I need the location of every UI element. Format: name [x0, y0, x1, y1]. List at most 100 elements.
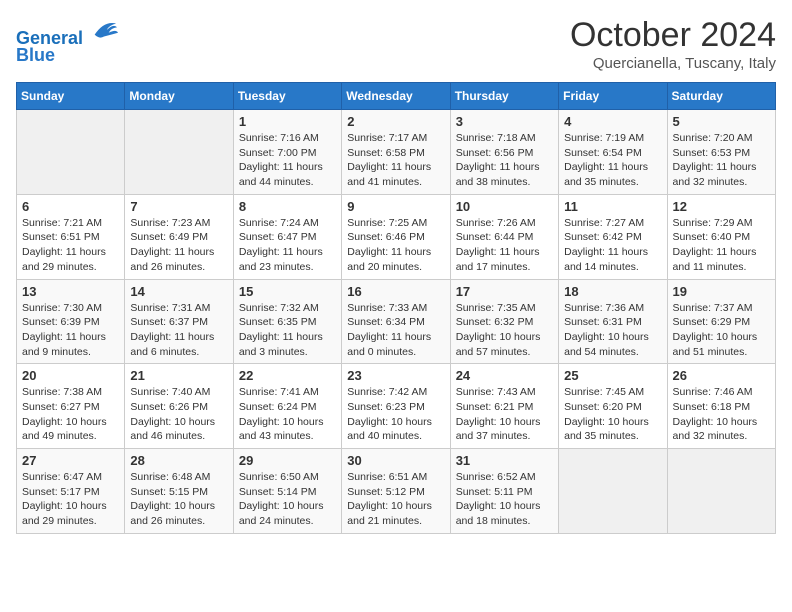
day-info: Sunrise: 7:36 AM Sunset: 6:31 PM Dayligh… [564, 301, 661, 360]
day-cell: 19 Sunrise: 7:37 AM Sunset: 6:29 PM Dayli… [667, 279, 775, 364]
day-cell [667, 449, 775, 534]
day-info: Sunrise: 7:29 AM Sunset: 6:40 PM Dayligh… [673, 216, 770, 275]
day-cell: 9 Sunrise: 7:25 AM Sunset: 6:46 PM Daylig… [342, 194, 450, 279]
day-info: Sunrise: 7:38 AM Sunset: 6:27 PM Dayligh… [22, 385, 119, 444]
day-cell: 1 Sunrise: 7:16 AM Sunset: 7:00 PM Daylig… [233, 110, 341, 195]
header-row: SundayMondayTuesdayWednesdayThursdayFrid… [17, 83, 776, 110]
day-info: Sunrise: 7:25 AM Sunset: 6:46 PM Dayligh… [347, 216, 444, 275]
day-info: Sunrise: 7:43 AM Sunset: 6:21 PM Dayligh… [456, 385, 553, 444]
day-cell: 17Sunrise: 7:35 AM Sunset: 6:32 PM Dayli… [450, 279, 558, 364]
day-info: Sunrise: 6:52 AM Sunset: 5:11 PM Dayligh… [456, 470, 553, 529]
day-number: 14 [130, 284, 227, 299]
day-info: Sunrise: 7:16 AM Sunset: 7:00 PM Dayligh… [239, 131, 336, 190]
page-header: General Blue October 2024 Quercianella, … [16, 16, 776, 72]
day-cell: 30Sunrise: 6:51 AM Sunset: 5:12 PM Dayli… [342, 449, 450, 534]
day-number: 7 [130, 199, 227, 214]
logo-text: General [16, 16, 118, 49]
day-number: 8 [239, 199, 336, 214]
day-cell: 29 Sunrise: 6:50 AM Sunset: 5:14 PM Dayli… [233, 449, 341, 534]
day-info: Sunrise: 7:35 AM Sunset: 6:32 PM Dayligh… [456, 301, 553, 360]
day-info: Sunrise: 6:51 AM Sunset: 5:12 PM Dayligh… [347, 470, 444, 529]
day-number: 12 [673, 199, 770, 214]
day-cell: 12 Sunrise: 7:29 AM Sunset: 6:40 PM Dayli… [667, 194, 775, 279]
day-cell [17, 110, 125, 195]
day-cell: 11Sunrise: 7:27 AM Sunset: 6:42 PM Dayli… [559, 194, 667, 279]
day-info: Sunrise: 6:50 AM Sunset: 5:14 PM Dayligh… [239, 470, 336, 529]
day-info: Sunrise: 7:42 AM Sunset: 6:23 PM Dayligh… [347, 385, 444, 444]
header-cell-tuesday: Tuesday [233, 83, 341, 110]
day-number: 2 [347, 114, 444, 129]
day-info: Sunrise: 7:17 AM Sunset: 6:58 PM Dayligh… [347, 131, 444, 190]
week-row-4: 20 Sunrise: 7:38 AM Sunset: 6:27 PM Dayli… [17, 364, 776, 449]
day-cell: 25Sunrise: 7:45 AM Sunset: 6:20 PM Dayli… [559, 364, 667, 449]
day-cell: 20 Sunrise: 7:38 AM Sunset: 6:27 PM Dayli… [17, 364, 125, 449]
day-cell: 13Sunrise: 7:30 AM Sunset: 6:39 PM Dayli… [17, 279, 125, 364]
header-cell-saturday: Saturday [667, 83, 775, 110]
week-row-5: 27 Sunrise: 6:47 AM Sunset: 5:17 PM Dayli… [17, 449, 776, 534]
title-block: October 2024 Quercianella, Tuscany, Ital… [570, 16, 776, 72]
day-cell: 22 Sunrise: 7:41 AM Sunset: 6:24 PM Dayli… [233, 364, 341, 449]
day-number: 23 [347, 368, 444, 383]
calendar-table: SundayMondayTuesdayWednesdayThursdayFrid… [16, 82, 776, 534]
day-info: Sunrise: 7:37 AM Sunset: 6:29 PM Dayligh… [673, 301, 770, 360]
day-number: 20 [22, 368, 119, 383]
day-cell: 7 Sunrise: 7:23 AM Sunset: 6:49 PM Daylig… [125, 194, 233, 279]
day-number: 28 [130, 453, 227, 468]
day-number: 26 [673, 368, 770, 383]
week-row-1: 1 Sunrise: 7:16 AM Sunset: 7:00 PM Daylig… [17, 110, 776, 195]
day-info: Sunrise: 7:21 AM Sunset: 6:51 PM Dayligh… [22, 216, 119, 275]
logo: General Blue [16, 16, 118, 66]
day-cell [125, 110, 233, 195]
header-cell-monday: Monday [125, 83, 233, 110]
day-cell [559, 449, 667, 534]
day-cell: 6 Sunrise: 7:21 AM Sunset: 6:51 PM Daylig… [17, 194, 125, 279]
day-cell: 3Sunrise: 7:18 AM Sunset: 6:56 PM Daylig… [450, 110, 558, 195]
day-number: 21 [130, 368, 227, 383]
day-cell: 5Sunrise: 7:20 AM Sunset: 6:53 PM Daylig… [667, 110, 775, 195]
day-info: Sunrise: 7:45 AM Sunset: 6:20 PM Dayligh… [564, 385, 661, 444]
day-info: Sunrise: 7:32 AM Sunset: 6:35 PM Dayligh… [239, 301, 336, 360]
day-info: Sunrise: 7:33 AM Sunset: 6:34 PM Dayligh… [347, 301, 444, 360]
day-cell: 27 Sunrise: 6:47 AM Sunset: 5:17 PM Dayli… [17, 449, 125, 534]
day-info: Sunrise: 7:46 AM Sunset: 6:18 PM Dayligh… [673, 385, 770, 444]
week-row-2: 6 Sunrise: 7:21 AM Sunset: 6:51 PM Daylig… [17, 194, 776, 279]
day-number: 6 [22, 199, 119, 214]
week-row-3: 13Sunrise: 7:30 AM Sunset: 6:39 PM Dayli… [17, 279, 776, 364]
day-cell: 26 Sunrise: 7:46 AM Sunset: 6:18 PM Dayli… [667, 364, 775, 449]
day-info: Sunrise: 7:31 AM Sunset: 6:37 PM Dayligh… [130, 301, 227, 360]
logo-bird-icon [90, 16, 118, 44]
day-cell: 31 Sunrise: 6:52 AM Sunset: 5:11 PM Dayli… [450, 449, 558, 534]
header-cell-thursday: Thursday [450, 83, 558, 110]
day-cell: 4Sunrise: 7:19 AM Sunset: 6:54 PM Daylig… [559, 110, 667, 195]
day-number: 16 [347, 284, 444, 299]
day-number: 31 [456, 453, 553, 468]
location: Quercianella, Tuscany, Italy [570, 55, 776, 72]
day-info: Sunrise: 7:23 AM Sunset: 6:49 PM Dayligh… [130, 216, 227, 275]
day-number: 27 [22, 453, 119, 468]
day-info: Sunrise: 6:47 AM Sunset: 5:17 PM Dayligh… [22, 470, 119, 529]
day-number: 15 [239, 284, 336, 299]
day-cell: 15 Sunrise: 7:32 AM Sunset: 6:35 PM Dayli… [233, 279, 341, 364]
day-number: 3 [456, 114, 553, 129]
day-number: 22 [239, 368, 336, 383]
day-info: Sunrise: 7:41 AM Sunset: 6:24 PM Dayligh… [239, 385, 336, 444]
month-title: October 2024 [570, 16, 776, 55]
day-info: Sunrise: 7:26 AM Sunset: 6:44 PM Dayligh… [456, 216, 553, 275]
header-cell-wednesday: Wednesday [342, 83, 450, 110]
day-cell: 23 Sunrise: 7:42 AM Sunset: 6:23 PM Dayli… [342, 364, 450, 449]
day-number: 19 [673, 284, 770, 299]
day-number: 9 [347, 199, 444, 214]
calendar-body: 1 Sunrise: 7:16 AM Sunset: 7:00 PM Daylig… [17, 110, 776, 534]
day-cell: 10 Sunrise: 7:26 AM Sunset: 6:44 PM Dayli… [450, 194, 558, 279]
day-number: 1 [239, 114, 336, 129]
day-number: 10 [456, 199, 553, 214]
day-number: 24 [456, 368, 553, 383]
header-cell-sunday: Sunday [17, 83, 125, 110]
day-number: 29 [239, 453, 336, 468]
day-number: 13 [22, 284, 119, 299]
day-info: Sunrise: 6:48 AM Sunset: 5:15 PM Dayligh… [130, 470, 227, 529]
day-info: Sunrise: 7:40 AM Sunset: 6:26 PM Dayligh… [130, 385, 227, 444]
day-cell: 8Sunrise: 7:24 AM Sunset: 6:47 PM Daylig… [233, 194, 341, 279]
day-cell: 21 Sunrise: 7:40 AM Sunset: 6:26 PM Dayli… [125, 364, 233, 449]
day-info: Sunrise: 7:19 AM Sunset: 6:54 PM Dayligh… [564, 131, 661, 190]
